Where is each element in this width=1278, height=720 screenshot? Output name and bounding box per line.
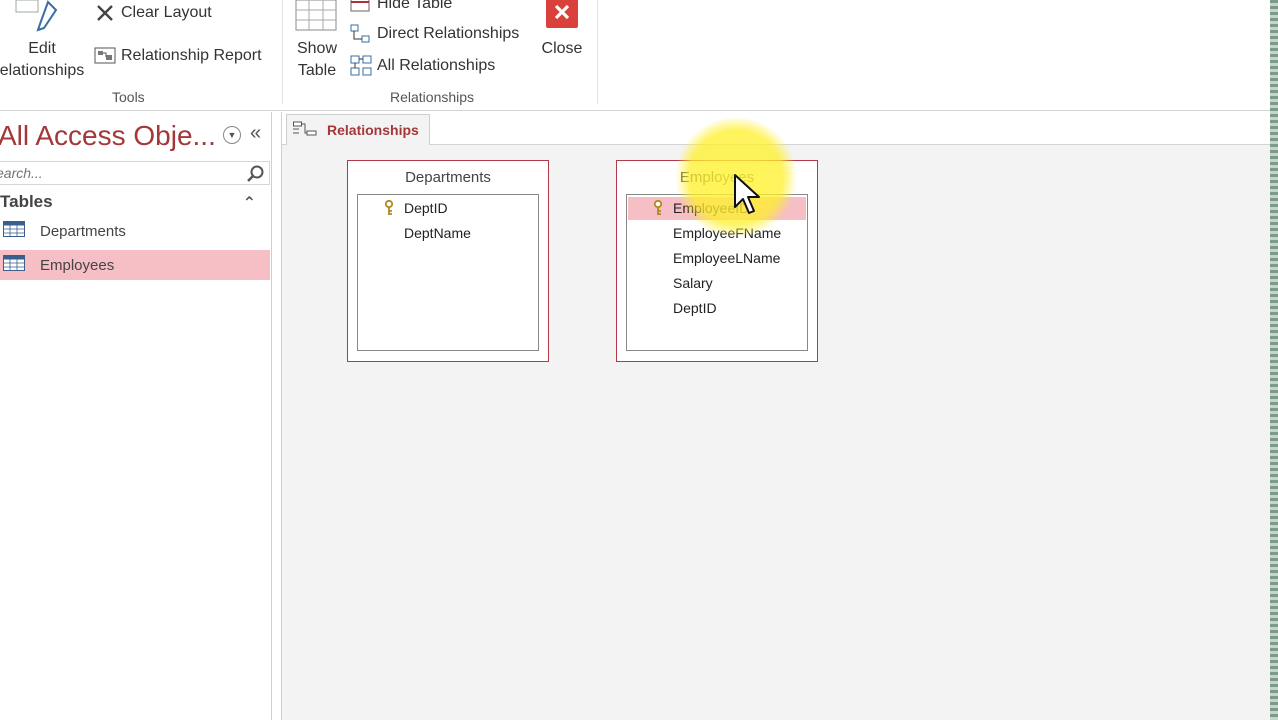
field-row[interactable]: EmployeeLName: [628, 247, 806, 270]
primary-key-icon: [652, 199, 664, 219]
close-button[interactable]: Close: [536, 0, 588, 60]
relationship-report-button[interactable]: Relationship Report: [94, 43, 262, 69]
primary-key-icon: [383, 199, 395, 219]
collapse-pane-icon[interactable]: «: [250, 122, 261, 145]
search-icon[interactable]: [245, 164, 265, 189]
all-relationships-button[interactable]: All Relationships: [350, 53, 495, 79]
clear-layout-icon: [94, 2, 116, 24]
edit-relationships-icon: [0, 0, 88, 38]
all-relationships-icon: [350, 55, 372, 77]
edit-relationships-button[interactable]: Edit elationships: [0, 0, 88, 82]
direct-relationships-icon: [350, 23, 372, 45]
field-list-title[interactable]: Employees: [617, 169, 817, 186]
field-row[interactable]: DeptName: [359, 222, 537, 245]
field-row[interactable]: EmployeeID: [628, 197, 806, 220]
tab-relationships[interactable]: Relationships: [286, 114, 430, 145]
window-edge: [1270, 0, 1278, 720]
show-table-button[interactable]: Show Table: [290, 0, 344, 82]
table-icon: [3, 221, 27, 241]
ribbon-separator: [282, 0, 283, 104]
close-icon: [536, 0, 588, 38]
search-input[interactable]: [0, 165, 236, 181]
hide-table-button[interactable]: Hide Table: [350, 0, 452, 17]
nav-item-employees[interactable]: Employees: [0, 250, 270, 280]
nav-search-box: [0, 161, 270, 185]
nav-item-departments[interactable]: Departments: [0, 216, 270, 246]
navigation-pane: All Access Obje... ▼ « Tables ⌃ Departme…: [0, 112, 272, 720]
field-list[interactable]: DeptID DeptName: [357, 194, 539, 351]
relationships-group-label: Relationships: [390, 89, 475, 105]
collapse-section-icon[interactable]: ⌃: [243, 193, 256, 213]
field-row[interactable]: Salary: [628, 272, 806, 295]
field-row[interactable]: DeptID: [628, 297, 806, 320]
field-list-title[interactable]: Departments: [348, 169, 548, 186]
report-icon: [94, 45, 116, 67]
ribbon-separator: [597, 0, 598, 104]
field-row[interactable]: EmployeeFName: [628, 222, 806, 245]
clear-layout-button[interactable]: Clear Layout: [94, 0, 212, 26]
relationships-canvas[interactable]: Relationships Departments DeptID DeptNam…: [281, 112, 1271, 720]
relationships-icon: [293, 121, 317, 140]
ribbon: Edit elationships Clear Layout Relations…: [0, 0, 1270, 111]
field-list[interactable]: EmployeeID EmployeeFName EmployeeLName S…: [626, 194, 808, 351]
direct-relationships-button[interactable]: Direct Relationships: [350, 21, 519, 47]
departments-field-list[interactable]: Departments DeptID DeptName: [347, 160, 549, 362]
tools-group-label: Tools: [112, 89, 145, 105]
table-icon: [3, 255, 27, 275]
field-row[interactable]: DeptID: [359, 197, 537, 220]
employees-field-list[interactable]: Employees EmployeeID EmployeeFName Emplo…: [616, 160, 818, 362]
nav-pane-title[interactable]: All Access Obje...: [0, 120, 216, 152]
tables-section-header[interactable]: Tables ⌃: [0, 192, 270, 214]
show-table-icon: [290, 0, 344, 38]
hide-table-icon: [350, 0, 372, 15]
document-tab-bar: Relationships: [282, 112, 1271, 145]
chevron-down-icon[interactable]: ▼: [223, 126, 241, 144]
